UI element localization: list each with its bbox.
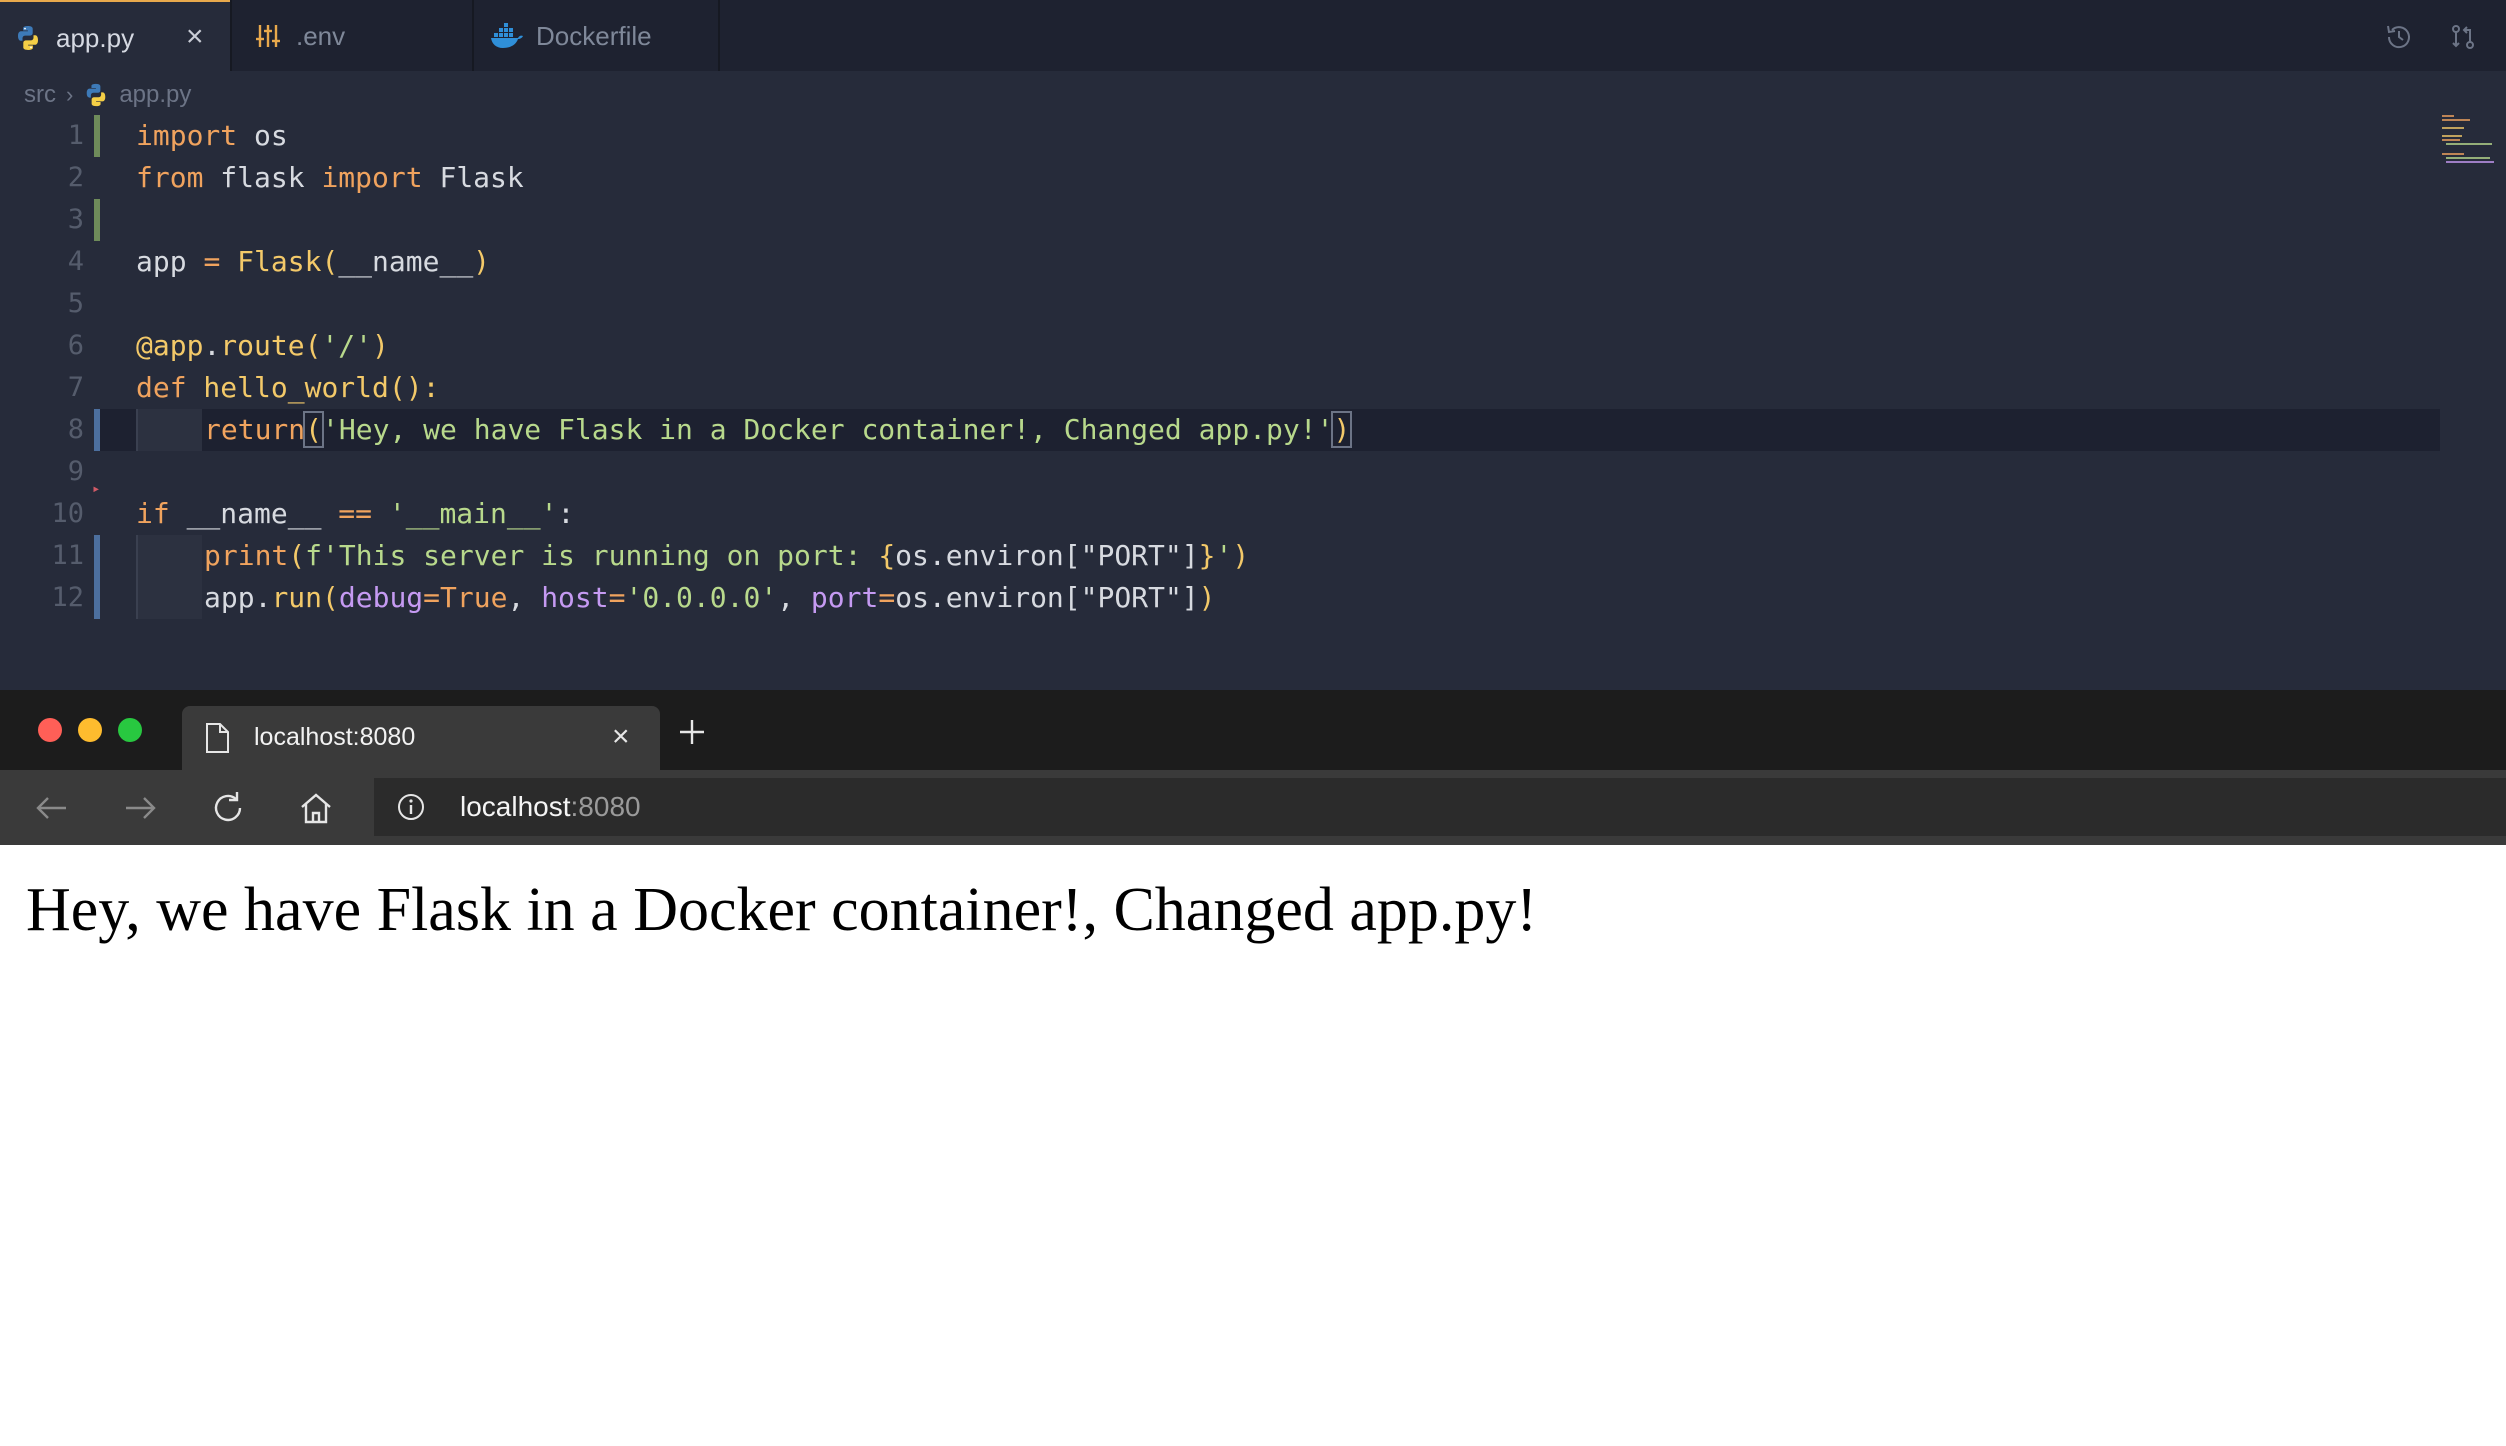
code-line: 10 if __name__ == '__main__': <box>0 493 2506 535</box>
minimap[interactable] <box>2440 112 2496 172</box>
address-bar[interactable]: localhost:8080 <box>374 778 2506 836</box>
git-modified-marker <box>94 409 100 451</box>
code-line: 11 print(f'This server is running on por… <box>0 535 2506 577</box>
url-port: :8080 <box>570 791 641 822</box>
info-icon[interactable] <box>396 792 426 822</box>
code-text: import os <box>136 119 288 152</box>
line-number: 12 <box>51 582 84 613</box>
line-number: 2 <box>67 162 84 193</box>
indent-guide <box>136 577 202 619</box>
code-text: print(f'This server is running on port: … <box>204 539 1250 572</box>
breadcrumb: src › app.py <box>24 80 191 110</box>
tab-label: app.py <box>56 23 135 53</box>
breadcrumb-file[interactable]: app.py <box>119 81 191 109</box>
tab-divider <box>718 0 720 71</box>
code-line: 12 app.run(debug=True, host='0.0.0.0', p… <box>0 577 2506 619</box>
code-text: from flask import Flask <box>136 161 524 194</box>
code-line: 5 <box>0 283 2506 325</box>
close-icon[interactable]: × <box>186 22 204 52</box>
code-text: def hello_world(): <box>136 371 440 404</box>
browser-window: localhost:8080 × localhost:8080 <box>0 690 2506 845</box>
line-number: 11 <box>51 540 84 571</box>
line-number: 10 <box>51 498 84 529</box>
git-modified-marker <box>94 535 100 577</box>
line-number: 8 <box>67 414 84 445</box>
close-window-button[interactable] <box>38 718 62 742</box>
python-icon <box>18 26 38 50</box>
docker-icon <box>491 23 523 48</box>
page-heading: Hey, we have Flask in a Docker container… <box>26 876 1538 944</box>
tab-label: .env <box>296 21 346 51</box>
indent-guide <box>136 409 202 451</box>
line-number: 4 <box>67 246 84 277</box>
code-text: app = Flask(__name__) <box>136 245 491 278</box>
code-line-current: 8 return('Hey, we have Flask in a Docker… <box>0 409 2506 451</box>
code-text: @app.route('/') <box>136 329 389 362</box>
url-text[interactable]: localhost:8080 <box>460 791 641 823</box>
code-line: 4 app = Flask(__name__) <box>0 241 2506 283</box>
tab-app-py[interactable]: app.py × <box>0 0 230 71</box>
code-editor: app.py × .env Dockerfile src › app.py 1 … <box>0 0 2506 690</box>
code-line: 1 import os <box>0 115 2506 157</box>
tab-label: Dockerfile <box>536 21 652 51</box>
code-line: 2 from flask import Flask <box>0 157 2506 199</box>
code-line: 6 @app.route('/') <box>0 325 2506 367</box>
url-host: localhost <box>460 791 571 822</box>
page-icon <box>206 723 229 753</box>
code-line: 9 ▸ <box>0 451 2506 497</box>
browser-toolbar: localhost:8080 <box>0 770 2506 845</box>
back-arrow-icon[interactable] <box>34 790 70 826</box>
tab-env[interactable]: .env <box>232 0 472 71</box>
python-icon <box>87 83 106 107</box>
line-number: 9 <box>67 456 84 487</box>
line-number: 3 <box>67 204 84 235</box>
close-icon[interactable]: × <box>612 722 630 752</box>
line-number: 6 <box>67 330 84 361</box>
browser-tab[interactable]: localhost:8080 × <box>182 706 660 770</box>
forward-arrow-icon[interactable] <box>122 790 158 826</box>
code-line: 3 <box>0 199 2506 241</box>
line-number: 5 <box>67 288 84 319</box>
tab-dockerfile[interactable]: Dockerfile <box>474 0 718 71</box>
editor-tab-bar: app.py × .env Dockerfile <box>0 0 2506 71</box>
git-added-marker <box>94 115 100 157</box>
browser-tab-strip: localhost:8080 × <box>0 690 2506 770</box>
plus-icon[interactable] <box>676 716 708 748</box>
sliders-icon <box>256 25 280 47</box>
code-text: if __name__ == '__main__': <box>136 497 575 530</box>
code-text: return('Hey, we have Flask in a Docker c… <box>204 411 1353 448</box>
zoom-window-button[interactable] <box>118 718 142 742</box>
breadcrumb-folder[interactable]: src <box>24 81 56 109</box>
git-added-marker <box>94 199 100 241</box>
git-modified-marker <box>94 577 100 619</box>
code-line: 7 def hello_world(): <box>0 367 2506 409</box>
code-text: app.run(debug=True, host='0.0.0.0', port… <box>204 581 1216 614</box>
line-number: 7 <box>67 372 84 403</box>
home-icon[interactable] <box>298 790 334 826</box>
reload-icon[interactable] <box>210 790 246 826</box>
compare-icon[interactable] <box>2448 22 2478 52</box>
chevron-right-icon: › <box>66 82 74 107</box>
line-number: 1 <box>67 120 84 151</box>
web-page-content: Hey, we have Flask in a Docker container… <box>0 845 2506 1446</box>
browser-tab-title: localhost:8080 <box>254 723 416 751</box>
indent-guide <box>136 535 202 577</box>
history-icon[interactable] <box>2384 22 2414 52</box>
minimize-window-button[interactable] <box>78 718 102 742</box>
